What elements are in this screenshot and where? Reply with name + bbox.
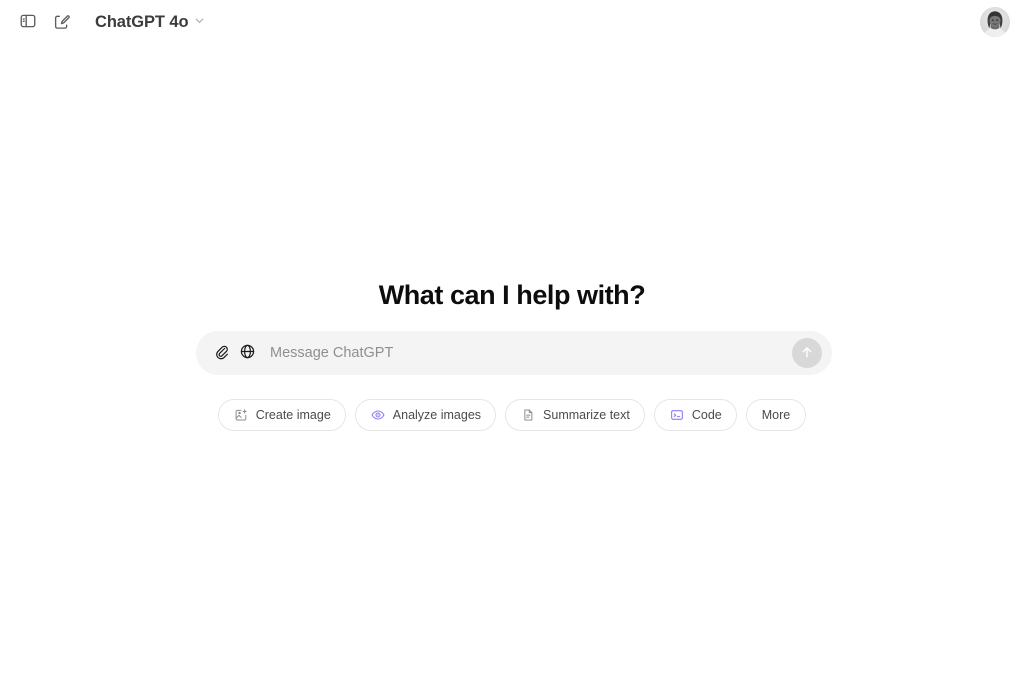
web-search-button[interactable] [234, 340, 260, 366]
suggestion-analyze-images[interactable]: Analyze images [354, 399, 497, 431]
top-bar-left-group: ChatGPT 4o [12, 6, 214, 38]
message-input[interactable] [270, 338, 792, 368]
suggestion-more[interactable]: More [745, 399, 807, 431]
avatar-photo-icon [980, 7, 1010, 37]
model-selector-button[interactable]: ChatGPT 4o [86, 6, 214, 38]
paperclip-icon [213, 343, 230, 363]
avatar[interactable] [980, 7, 1010, 37]
arrow-up-icon [799, 344, 815, 363]
suggestion-chips: Create image Analyze images Summarize te… [0, 399, 1024, 431]
eye-icon [370, 407, 386, 423]
compose-pencil-icon [53, 12, 71, 33]
page-title: What can I help with? [378, 280, 646, 310]
suggestion-code[interactable]: Code [653, 399, 737, 431]
sidebar-panel-icon [19, 12, 37, 33]
suggestion-label: Code [691, 407, 722, 422]
document-icon [520, 407, 536, 423]
new-chat-button[interactable] [46, 6, 78, 38]
globe-icon [239, 343, 256, 363]
attach-file-button[interactable] [208, 340, 234, 366]
top-bar: ChatGPT 4o [0, 0, 1024, 44]
chevron-down-icon [193, 14, 206, 30]
model-name-label: ChatGPT 4o [95, 12, 189, 31]
sidebar-toggle-button[interactable] [12, 6, 44, 38]
suggestion-label: More [761, 407, 791, 422]
send-message-button[interactable] [792, 338, 822, 368]
image-sparkle-icon [233, 407, 249, 423]
suggestion-label: Analyze images [392, 407, 482, 422]
main-stage: What can I help with? Message ChatGPT Cr… [0, 0, 1024, 676]
suggestion-create-image[interactable]: Create image [217, 399, 346, 431]
suggestion-label: Create image [255, 407, 331, 422]
suggestion-summarize-text[interactable]: Summarize text [505, 399, 645, 431]
terminal-icon [669, 407, 685, 423]
suggestion-label: Summarize text [543, 407, 630, 422]
message-composer[interactable] [196, 331, 832, 375]
